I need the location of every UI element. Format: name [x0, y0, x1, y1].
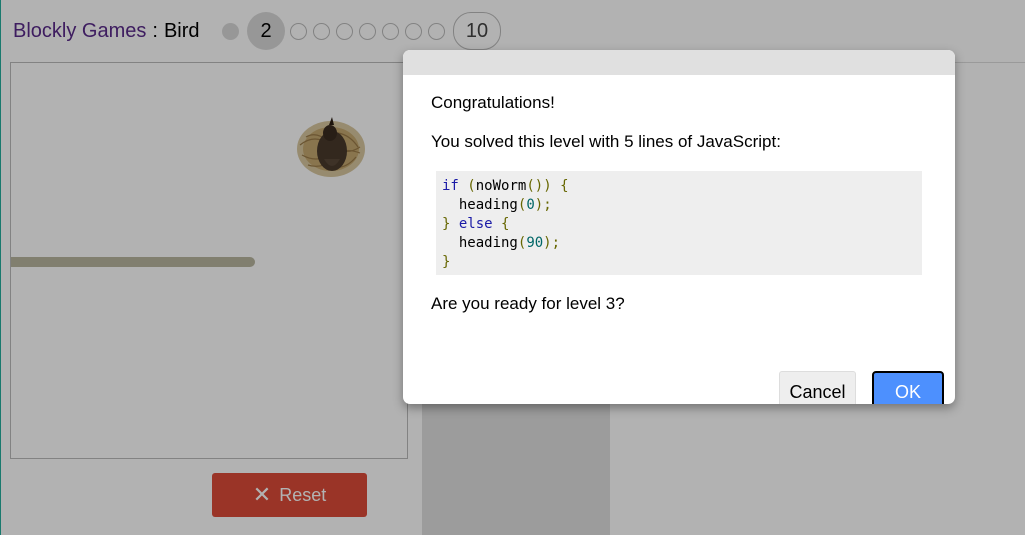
ok-button[interactable]: OK: [872, 371, 944, 404]
dialog-heading: Congratulations!: [431, 93, 555, 112]
congratulations-dialog: Congratulations! You solved this level w…: [403, 50, 955, 404]
dialog-message: You solved this level with 5 lines of Ja…: [431, 132, 781, 151]
code-line-1: if (noWorm()) {: [442, 178, 569, 194]
code-line-2: heading(0);: [458, 197, 552, 213]
code-line-3: } else {: [442, 216, 510, 232]
code-block: if (noWorm()) { heading(0); } else { hea…: [436, 171, 922, 275]
code-line-4: heading(90);: [458, 235, 561, 251]
code-line-5: }: [442, 254, 451, 270]
dialog-question: Are you ready for level 3?: [431, 294, 625, 313]
page: Blockly Games : Bird 2 10 ✕ Reset Congra…: [0, 0, 1025, 535]
dialog-title-bar[interactable]: [403, 50, 955, 75]
cancel-button[interactable]: Cancel: [779, 371, 856, 404]
